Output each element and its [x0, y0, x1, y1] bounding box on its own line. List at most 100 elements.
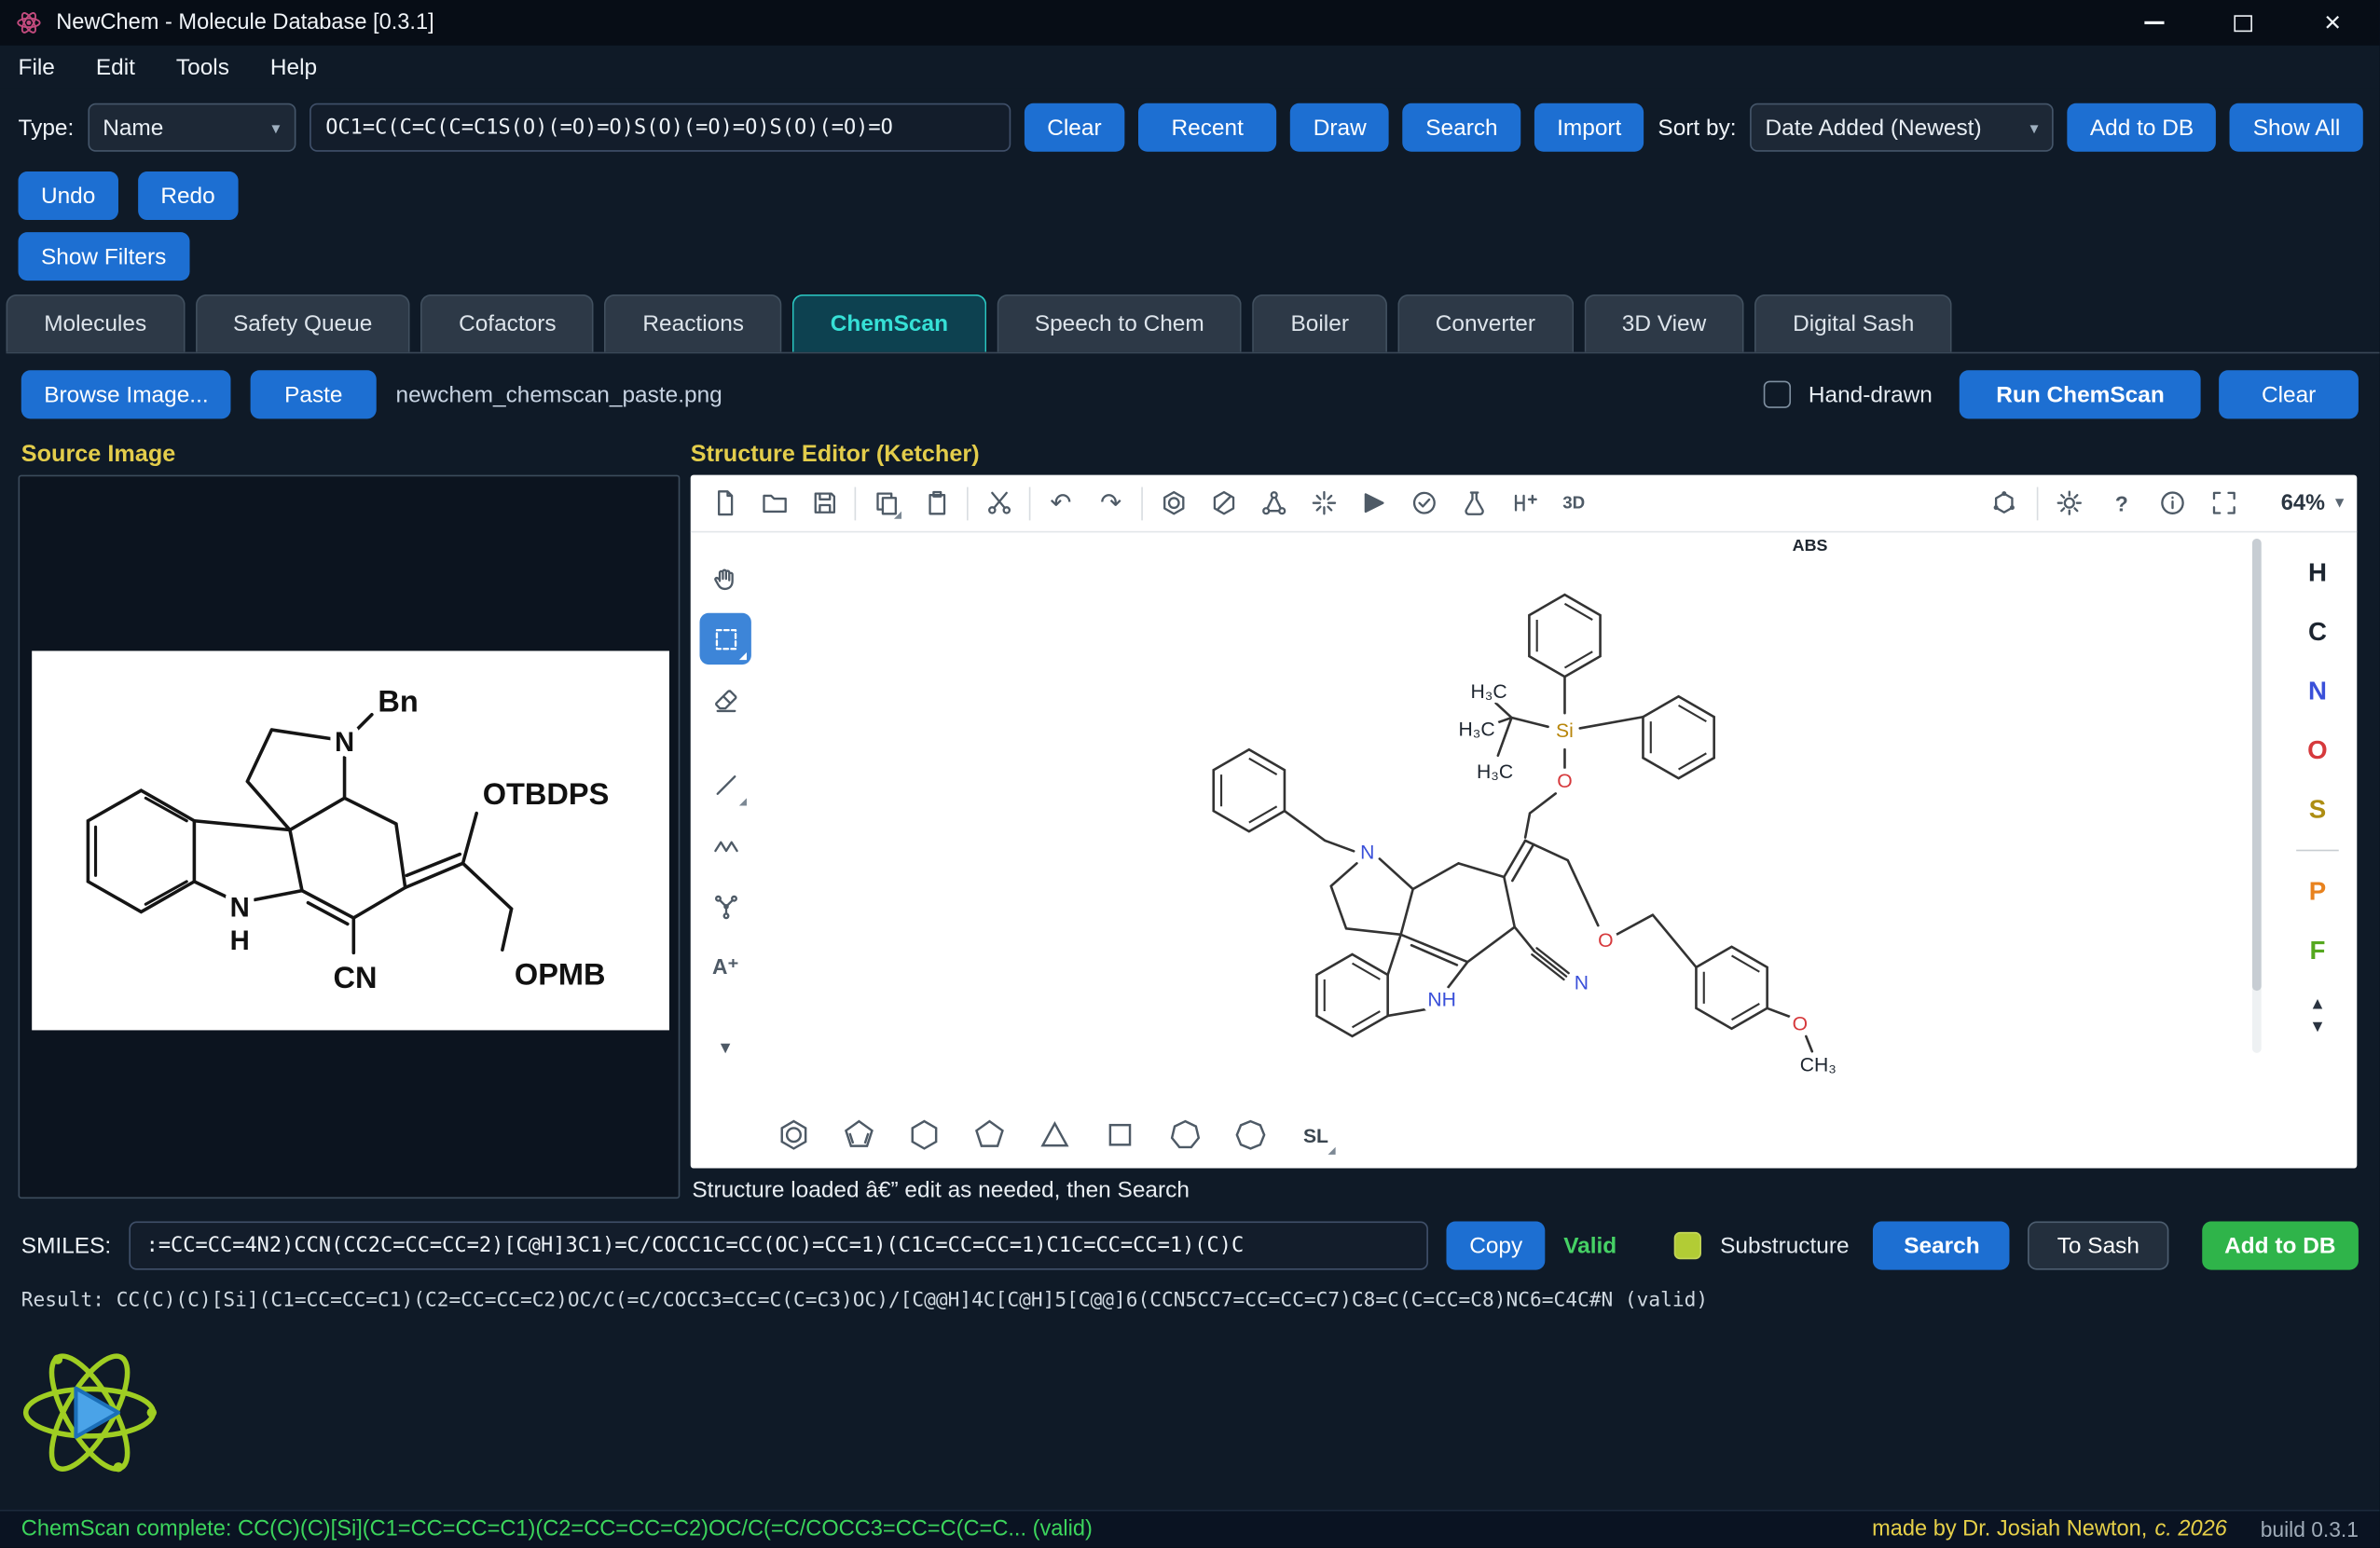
- paste-button[interactable]: Paste: [251, 370, 376, 418]
- element-p[interactable]: P: [2295, 870, 2341, 911]
- tab-3d-view[interactable]: 3D View: [1584, 295, 1744, 352]
- cycloheptane-template[interactable]: [1161, 1111, 1209, 1159]
- dearomatize-icon: [1209, 488, 1238, 517]
- element-s[interactable]: S: [2295, 789, 2341, 830]
- calculate-cip-button[interactable]: [1354, 484, 1393, 523]
- aromatize-button[interactable]: [1153, 484, 1192, 523]
- copy-button[interactable]: [867, 484, 906, 523]
- clean-up-button[interactable]: [1303, 484, 1342, 523]
- element-o[interactable]: O: [2295, 730, 2341, 771]
- layout-button[interactable]: [1254, 484, 1293, 523]
- about-button[interactable]: [2153, 484, 2193, 523]
- element-c[interactable]: C: [2295, 611, 2341, 652]
- new-document-button[interactable]: [704, 484, 743, 523]
- undo-button[interactable]: ↶: [1041, 484, 1080, 523]
- redo-button[interactable]: Redo: [138, 171, 238, 220]
- clear-button[interactable]: Clear: [1025, 103, 1124, 152]
- smiles-search-button[interactable]: Search: [1874, 1222, 2011, 1270]
- help-button[interactable]: ?: [2102, 484, 2141, 523]
- show-filters-button[interactable]: Show Filters: [19, 232, 189, 281]
- maximize-button[interactable]: [2226, 7, 2260, 40]
- run-chemscan-button[interactable]: Run ChemScan: [1960, 370, 2201, 418]
- query-input[interactable]: [309, 103, 1011, 152]
- layout-icon: [1259, 488, 1287, 517]
- editor-molecule-drawing[interactable]: H₃C H₃C H₃C Si O O O CH₃ N NH N: [761, 553, 2256, 1076]
- recent-button[interactable]: Recent: [1138, 103, 1277, 152]
- canvas-scrollbar[interactable]: [2252, 539, 2262, 1053]
- save-button[interactable]: [805, 484, 844, 523]
- credit-year: c. 2026: [2154, 1517, 2226, 1541]
- new-document-icon: [709, 488, 738, 517]
- import-button[interactable]: Import: [1534, 103, 1644, 152]
- atom-label-cn: CN: [333, 961, 377, 994]
- tab-reactions[interactable]: Reactions: [605, 295, 782, 352]
- fullscreen-button[interactable]: [2205, 484, 2244, 523]
- chemscan-toolbar: Browse Image... Paste newchem_chemscan_p…: [21, 370, 2359, 418]
- cut-button[interactable]: [979, 484, 1018, 523]
- sort-select[interactable]: Date Added (Newest) ▾: [1750, 103, 2054, 152]
- smiles-input[interactable]: [130, 1222, 1429, 1270]
- bond-tool[interactable]: [700, 759, 751, 810]
- copy-smiles-button[interactable]: Copy: [1447, 1222, 1546, 1270]
- tab-speech-to-chem[interactable]: Speech to Chem: [997, 295, 1242, 352]
- browse-image-button[interactable]: Browse Image...: [21, 370, 231, 418]
- result-line: Result: CC(C)(C)[Si](C1=CC=CC=C1)(C2=CC=…: [21, 1290, 2359, 1312]
- menu-tools[interactable]: Tools: [176, 54, 229, 80]
- 3d-viewer-button[interactable]: 3D: [1554, 484, 1593, 523]
- chemscan-clear-button[interactable]: Clear: [2219, 370, 2359, 418]
- charge-plus-tool[interactable]: A⁺: [700, 940, 751, 992]
- cyclopropane-template[interactable]: [1030, 1111, 1079, 1159]
- element-n[interactable]: N: [2295, 671, 2341, 712]
- show-all-button[interactable]: Show All: [2230, 103, 2363, 152]
- canvas-scrollbar-thumb[interactable]: [2252, 539, 2262, 992]
- to-sash-button[interactable]: To Sash: [2029, 1222, 2168, 1270]
- hand-drawn-checkbox[interactable]: [1763, 381, 1790, 408]
- menu-edit[interactable]: Edit: [96, 54, 135, 80]
- tab-safety-queue[interactable]: Safety Queue: [195, 295, 410, 352]
- menu-file[interactable]: File: [19, 54, 55, 80]
- open-file-button[interactable]: [754, 484, 793, 523]
- add-to-db-button[interactable]: Add to DB: [2067, 103, 2216, 152]
- substructure-checkbox[interactable]: [1674, 1232, 1701, 1259]
- structure-library-button[interactable]: SL: [1291, 1111, 1340, 1159]
- check-structure-button[interactable]: [1404, 484, 1443, 523]
- tab-boiler[interactable]: Boiler: [1253, 295, 1387, 352]
- periodic-table-button[interactable]: ▲ ▼: [2309, 995, 2326, 1036]
- tab-digital-sash[interactable]: Digital Sash: [1754, 295, 1952, 352]
- type-select[interactable]: Name ▾: [88, 103, 296, 152]
- cyclopentadiene-template[interactable]: [834, 1111, 883, 1159]
- menu-help[interactable]: Help: [270, 54, 317, 80]
- tab-chemscan[interactable]: ChemScan: [792, 295, 986, 352]
- explicit-hydrogens-button[interactable]: [1504, 484, 1543, 523]
- eraser-tool[interactable]: [700, 674, 751, 725]
- hand-tool[interactable]: [700, 553, 751, 604]
- calculated-values-button[interactable]: [1454, 484, 1493, 523]
- paste-button[interactable]: [916, 484, 956, 523]
- cyclooctane-template[interactable]: [1226, 1111, 1274, 1159]
- macromolecules-button[interactable]: [1985, 484, 2024, 523]
- dearomatize-button[interactable]: [1204, 484, 1243, 523]
- select-tool[interactable]: [700, 613, 751, 664]
- sgroup-tool[interactable]: [700, 880, 751, 931]
- draw-button[interactable]: Draw: [1290, 103, 1389, 152]
- element-h[interactable]: H: [2295, 553, 2341, 594]
- redo-button[interactable]: ↷: [1092, 484, 1131, 523]
- element-f[interactable]: F: [2295, 930, 2341, 971]
- undo-button[interactable]: Undo: [19, 171, 118, 220]
- search-button[interactable]: Search: [1403, 103, 1520, 152]
- more-tools-button[interactable]: ▼: [700, 1022, 751, 1074]
- zoom-control[interactable]: 64% ▾: [2281, 491, 2344, 515]
- settings-button[interactable]: [2050, 484, 2089, 523]
- smiles-add-to-db-button[interactable]: Add to DB: [2202, 1222, 2359, 1270]
- ketcher-top-toolbar: ↶ ↷ 3D ? 64% ▾: [691, 475, 2358, 533]
- minimize-button[interactable]: [2137, 7, 2170, 40]
- benzene-template[interactable]: [769, 1111, 818, 1159]
- tab-molecules[interactable]: Molecules: [7, 295, 185, 352]
- cyclopentane-template[interactable]: [965, 1111, 1013, 1159]
- cyclobutane-template[interactable]: [1095, 1111, 1144, 1159]
- tab-cofactors[interactable]: Cofactors: [420, 295, 594, 352]
- close-button[interactable]: ×: [2316, 7, 2349, 40]
- chain-tool[interactable]: [700, 819, 751, 870]
- tab-converter[interactable]: Converter: [1397, 295, 1574, 352]
- cyclohexane-template[interactable]: [900, 1111, 948, 1159]
